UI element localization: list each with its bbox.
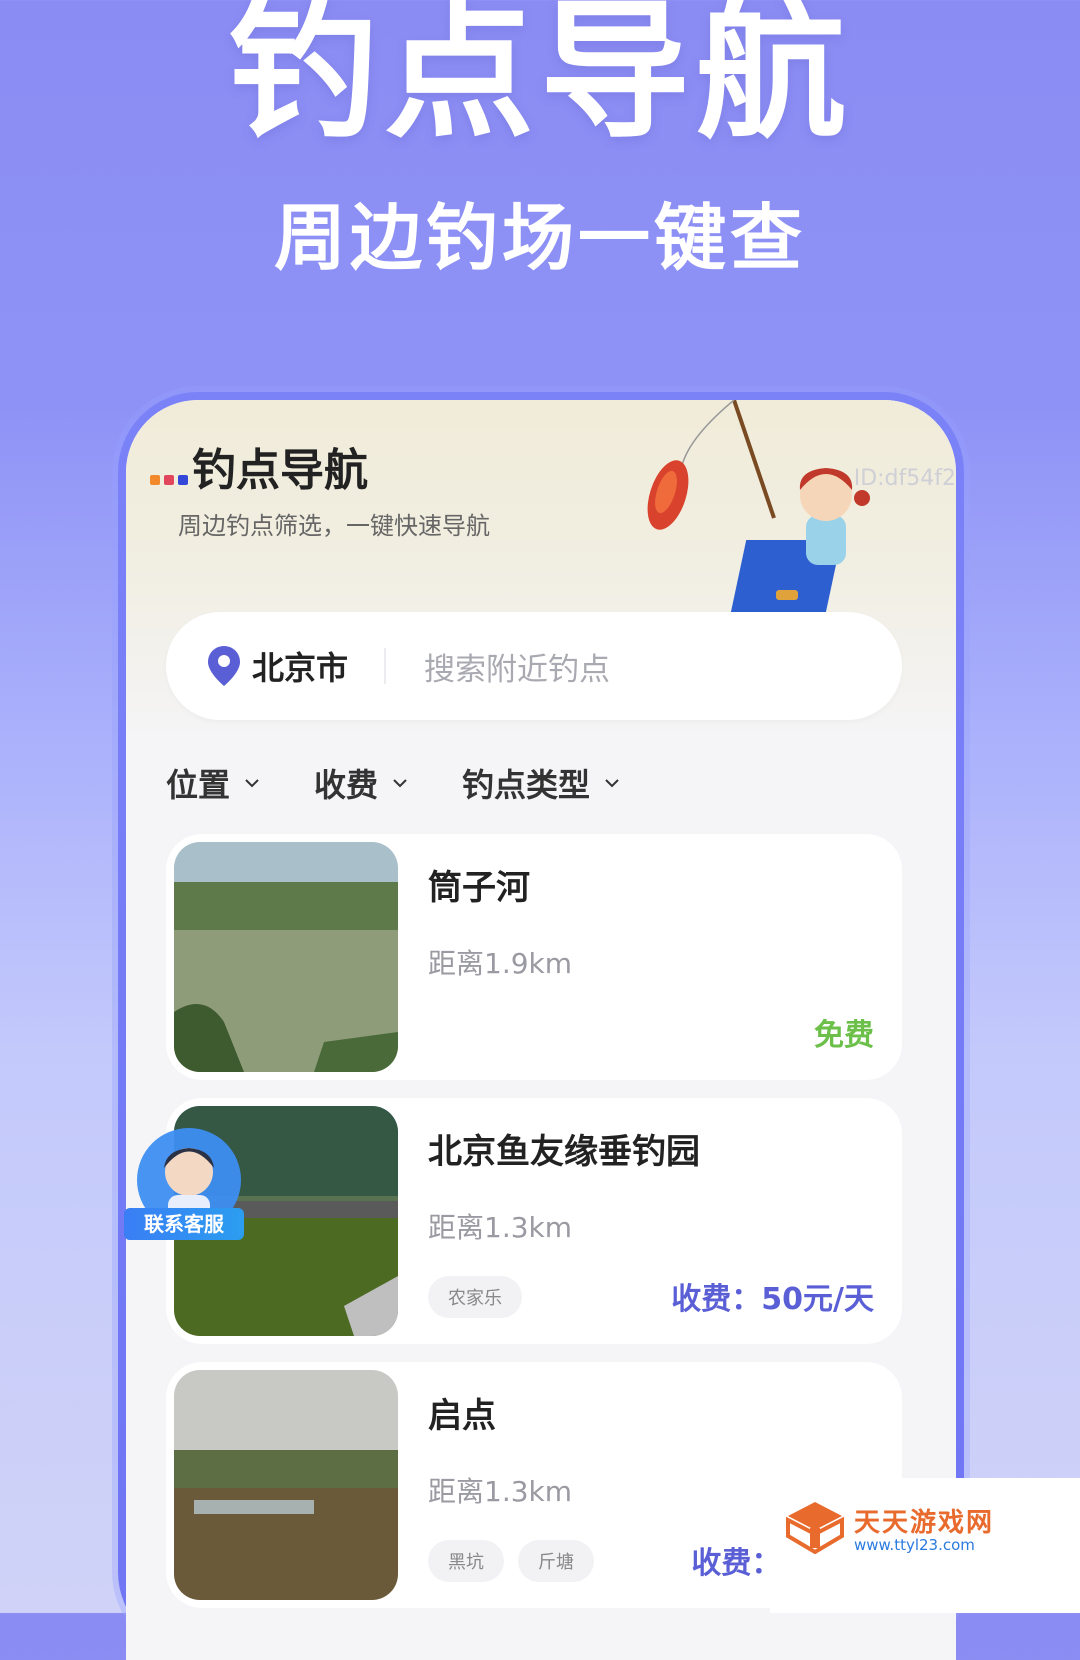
filter-spot-type[interactable]: 钓点类型 bbox=[462, 760, 620, 806]
app-title-row: 钓点导航 bbox=[150, 434, 368, 498]
fishing-girl-illustration bbox=[647, 400, 870, 615]
spot-photo bbox=[174, 1370, 398, 1600]
hero-subtitle: 周边钓场一键查 bbox=[273, 196, 806, 280]
filter-label: 收费 bbox=[314, 766, 379, 804]
site-name: 天天游戏网 bbox=[854, 1508, 995, 1538]
chevron-down-icon bbox=[245, 779, 259, 788]
contact-service-button[interactable]: 联系客服 bbox=[124, 1208, 244, 1240]
search-divider bbox=[384, 648, 387, 684]
spot-tags: 农家乐 bbox=[428, 1276, 522, 1318]
spot-distance: 距离1.9km bbox=[428, 947, 573, 980]
location-pin-icon bbox=[208, 646, 240, 686]
spot-name: 北京鱼友缘垂钓园 bbox=[428, 1132, 700, 1172]
spot-name: 启点 bbox=[428, 1396, 496, 1436]
spot-price: 收费：50元/天 bbox=[671, 1282, 874, 1317]
city-selector[interactable]: 北京市 bbox=[252, 643, 348, 689]
search-bar[interactable]: 北京市 搜索附近钓点 bbox=[166, 612, 902, 720]
spot-tag: 斤塘 bbox=[518, 1540, 594, 1582]
app-title: 钓点导航 bbox=[192, 445, 368, 496]
filter-fee[interactable]: 收费 bbox=[314, 760, 408, 806]
app-screen: 钓点导航 周边钓点筛选，一键快速导航 ID:df54f2 北京市 搜索附近钓点 … bbox=[126, 400, 956, 1660]
filter-label: 位置 bbox=[166, 766, 231, 804]
filter-label: 钓点类型 bbox=[462, 766, 591, 804]
spot-distance: 距离1.3km bbox=[428, 1475, 573, 1508]
spot-tags: 黑坑 斤塘 bbox=[428, 1540, 594, 1582]
site-watermark: 天天游戏网 www.ttyl23.com bbox=[770, 1478, 1080, 1613]
filter-location[interactable]: 位置 bbox=[166, 760, 260, 806]
filter-bar: 位置 收费 钓点类型 bbox=[166, 760, 620, 806]
spot-tag: 农家乐 bbox=[428, 1276, 522, 1318]
spot-price: 免费 bbox=[814, 1018, 874, 1053]
app-subtitle: 周边钓点筛选，一键快速导航 bbox=[178, 512, 490, 540]
phone-frame: 钓点导航 周边钓点筛选，一键快速导航 ID:df54f2 北京市 搜索附近钓点 … bbox=[118, 392, 964, 1660]
spot-tag: 黑坑 bbox=[428, 1540, 504, 1582]
search-input[interactable]: 搜索附近钓点 bbox=[424, 644, 610, 689]
hero-title: 钓点导航 bbox=[227, 0, 852, 159]
decorative-dots bbox=[150, 475, 188, 485]
chevron-down-icon bbox=[605, 779, 619, 788]
spot-card[interactable]: 筒子河 距离1.9km 免费 bbox=[166, 834, 902, 1080]
spot-card[interactable]: 北京鱼友缘垂钓园 距离1.3km 农家乐 收费：50元/天 bbox=[166, 1098, 902, 1344]
spot-distance: 距离1.3km bbox=[428, 1211, 573, 1244]
spot-name: 筒子河 bbox=[428, 868, 530, 908]
app-header: 钓点导航 周边钓点筛选，一键快速导航 ID:df54f2 北京市 搜索附近钓点 bbox=[126, 400, 956, 730]
site-url: www.ttyl23.com bbox=[854, 1536, 975, 1554]
spot-photo bbox=[174, 842, 398, 1072]
chevron-down-icon bbox=[393, 779, 407, 788]
site-logo-icon bbox=[786, 1502, 844, 1554]
